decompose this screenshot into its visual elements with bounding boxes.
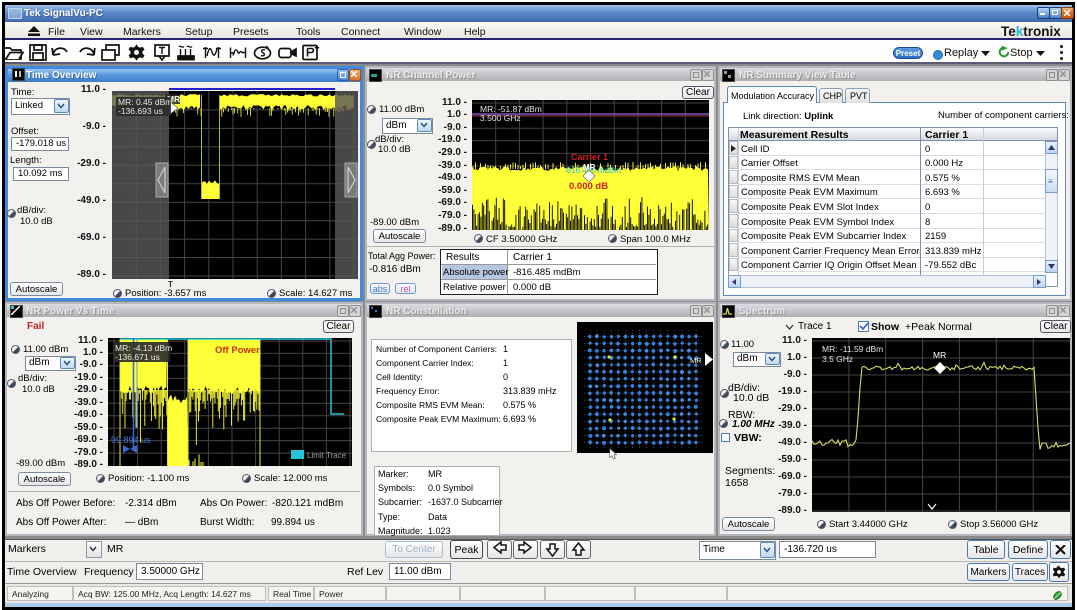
svg-text:-136.671 us: -136.671 us bbox=[115, 352, 160, 362]
svg-text:3.5 GHz: 3.5 GHz bbox=[822, 354, 853, 364]
svg-text:99.894 us: 99.894 us bbox=[111, 435, 151, 445]
svg-text:3.500 GHz: 3.500 GHz bbox=[480, 113, 521, 123]
svg-text:Carrier 1: Carrier 1 bbox=[571, 152, 608, 162]
svg-text:Off Power: Off Power bbox=[215, 345, 260, 356]
svg-text:MR: -11.59 dBm: MR: -11.59 dBm bbox=[822, 344, 883, 354]
svg-text:Limit Trace: Limit Trace bbox=[307, 451, 347, 460]
svg-text:MR: MR bbox=[690, 356, 702, 365]
svg-text:-136.693 us: -136.693 us bbox=[118, 106, 163, 116]
svg-text:0.000 dB: 0.000 dB bbox=[569, 181, 608, 192]
svg-text:MR: MR bbox=[933, 350, 946, 360]
